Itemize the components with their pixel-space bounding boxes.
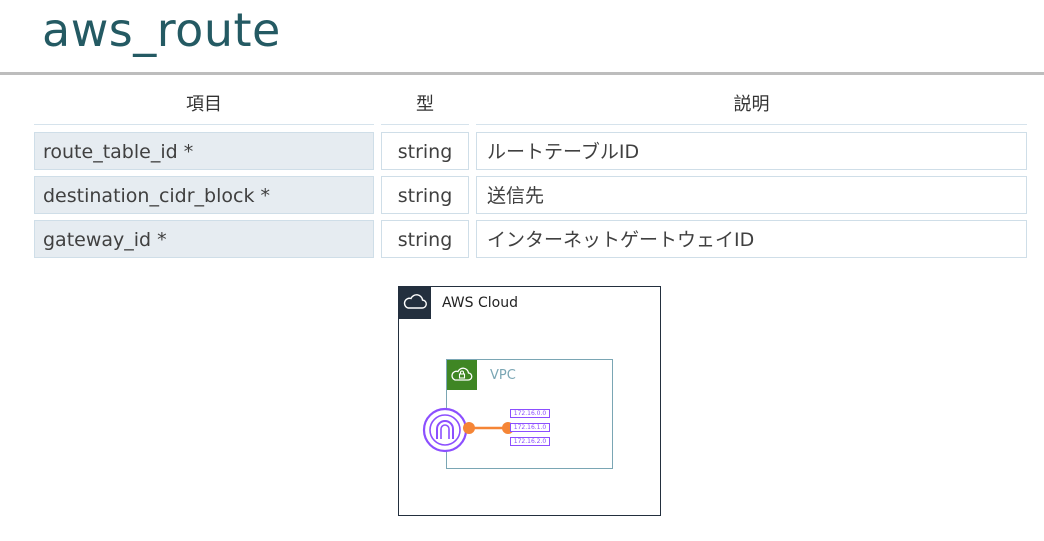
title-divider xyxy=(0,72,1044,75)
table-cell-description: 送信先 xyxy=(476,176,1027,214)
route-entry: 172.16.2.0 xyxy=(510,437,550,446)
aws-architecture-diagram: AWS Cloud VPC 172.16.0.0 172.16.1.0 172.… xyxy=(398,286,661,516)
header-divider xyxy=(381,124,469,125)
route-entry: 172.16.1.0 xyxy=(510,423,550,432)
table-cell-type: string xyxy=(381,176,469,214)
header-type: 型 xyxy=(416,94,434,115)
table-cell-name: route_table_id * xyxy=(34,132,374,170)
header-divider xyxy=(34,124,374,125)
table-cell-type: string xyxy=(381,132,469,170)
table-cell-description: ルートテーブルID xyxy=(476,132,1027,170)
table-cell-description: インターネットゲートウェイID xyxy=(476,220,1027,258)
table-cell-type: string xyxy=(381,220,469,258)
header-description: 説明 xyxy=(733,94,770,115)
table-cell-name: gateway_id * xyxy=(34,220,374,258)
header-item: 項目 xyxy=(186,94,222,115)
internet-gateway-icon xyxy=(422,407,468,453)
page-title: aws_route xyxy=(42,3,281,57)
route-entry: 172.16.0.0 xyxy=(510,409,550,418)
header-divider xyxy=(476,124,1027,125)
link-endpoint xyxy=(463,422,475,434)
table-cell-name: destination_cidr_block * xyxy=(34,176,374,214)
